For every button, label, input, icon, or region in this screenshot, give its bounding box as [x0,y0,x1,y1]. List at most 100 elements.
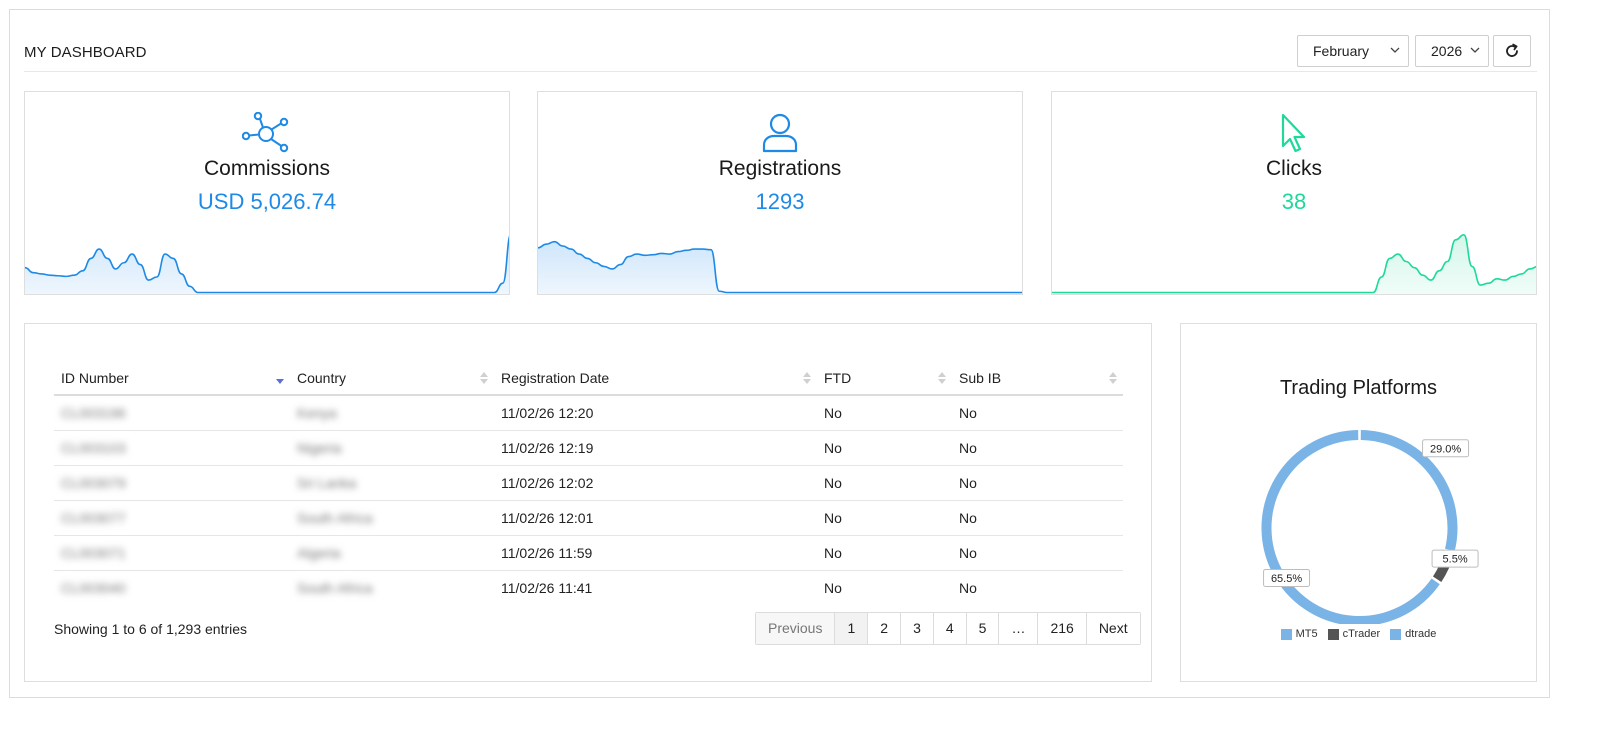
data-label-dtrade: 29.0% [1422,439,1470,458]
subib-cell: No [959,579,977,596]
column-header-label: Registration Date [501,369,610,386]
pagination-page-2[interactable]: 2 [867,613,901,644]
month-select-value: February [1313,43,1370,59]
chart-legend: MT5 cTrader dtrade [1181,628,1536,640]
subib-cell: No [952,465,1123,501]
slice-mt5[interactable] [1261,430,1440,624]
column-header-label: FTD [824,369,852,386]
clicks-sparkline [1052,234,1536,294]
sort-icon [938,372,946,384]
commissions-sparkline [25,235,509,294]
legend-swatch [1327,628,1339,640]
legend-swatch [1390,628,1402,640]
column-header-country[interactable]: Country [290,361,494,396]
date-cell: 11/02/26 12:19 [494,430,817,466]
id-cell: CL003077 [54,500,290,536]
pagination: Previous 1 2 3 4 5 … 216 Next [755,612,1141,645]
card-label: Clicks [1266,157,1322,180]
column-header-label: ID Number [61,369,129,386]
pagination-ellipsis: … [998,613,1038,644]
pagination-previous[interactable]: Previous [756,613,835,644]
pagination-page-1[interactable]: 1 [834,613,868,644]
column-header-label: Country [297,369,347,386]
date-cell: 11/02/26 12:20 [494,395,817,431]
pagination-page-216[interactable]: 216 [1037,613,1086,644]
month-select[interactable]: February [1297,35,1409,67]
country-cell: Kenya [290,395,494,431]
page-title: MY DASHBOARD [24,44,147,61]
legend-item-ctrader[interactable]: cTrader [1327,628,1381,640]
chevron-down-icon [1470,47,1480,53]
sparkline-area [1052,234,1536,294]
id-cell: CL003040 [61,579,126,596]
registrations-table: ID Number Country Registration Date FTD [54,361,1123,605]
date-cell: 11/02/26 12:02 [494,465,817,501]
ftd-cell: No [817,465,952,501]
id-cell: CL003103 [54,430,290,466]
subib-cell: No [952,395,1123,431]
registrations-sparkline [538,240,1022,294]
table-row: CL003040 South Africa 11/02/26 11:41 No … [54,570,1123,605]
card-value: 1293 [755,189,805,214]
data-label-ctrader: 5.5% [1431,549,1479,568]
pagination-page-5[interactable]: 5 [965,613,999,644]
year-select[interactable]: 2026 [1415,35,1489,67]
table-row: CL003079 Sri Lanka 11/02/26 12:02 No No [54,465,1123,501]
pagination-next[interactable]: Next [1085,613,1140,644]
dashboard-frame: MY DASHBOARD February 2026 Commissions U… [9,9,1550,698]
table-row: CL003077 South Africa 11/02/26 12:01 No … [54,500,1123,536]
cursor-icon [1281,113,1306,153]
column-header-ftd[interactable]: FTD [817,361,952,396]
pagination-page-3[interactable]: 3 [900,613,933,644]
ftd-cell: No [817,535,952,571]
ftd-cell: No [824,579,842,596]
svg-text:5.5%: 5.5% [1443,554,1468,566]
pagination-page-4[interactable]: 4 [932,613,966,644]
table-row: CL003103 Nigeria 11/02/26 12:19 No No [54,430,1123,466]
clicks-card: Clicks 38 [1051,91,1537,295]
chart-title: Trading Platforms [1279,377,1438,399]
trading-platforms-donut-chart: 29.0% 5.5% 65.5% [1261,430,1479,624]
ftd-cell: No [817,500,952,536]
entries-info: Showing 1 to 6 of 1,293 entries [54,621,248,637]
dashboard-header: MY DASHBOARD February 2026 [24,20,1537,72]
legend-label: cTrader [1342,628,1381,640]
registrations-table-panel: ID Number Country Registration Date FTD [24,323,1152,682]
column-header-sub-ib[interactable]: Sub IB [952,361,1123,396]
sparkline-area [538,241,1022,294]
id-cell: CL003079 [54,465,290,501]
card-value: USD 5,026.74 [197,189,337,214]
sort-icon [1109,372,1117,384]
svg-text:65.5%: 65.5% [1271,573,1302,585]
ftd-cell: No [817,430,952,466]
refresh-button[interactable] [1493,35,1531,67]
subib-cell: No [952,430,1123,466]
legend-label: dtrade [1405,628,1437,640]
trading-platforms-panel: Trading Platforms 29.0% 5.5% 65.5% MT5 cTr… [1180,323,1537,682]
table-row: CL003196 Kenya 11/02/26 12:20 No No [54,395,1123,431]
subib-cell: No [952,500,1123,536]
refresh-icon [1506,43,1518,57]
legend-item-mt5[interactable]: MT5 [1280,628,1318,640]
date-cell: 11/02/26 11:41 [501,579,593,596]
sort-icon [803,372,811,384]
country-cell: Algeria [290,535,494,571]
legend-label: MT5 [1295,628,1318,640]
data-label-mt5: 65.5% [1263,568,1311,587]
svg-text:29.0%: 29.0% [1430,443,1461,455]
card-label: Registrations [718,157,842,180]
sparkline-area [25,239,509,294]
legend-item-dtrade[interactable]: dtrade [1390,628,1436,640]
date-cell: 11/02/26 11:59 [494,535,817,571]
commissions-card: Commissions USD 5,026.74 [24,91,510,295]
country-cell: South Africa [297,579,373,596]
registrations-card: Registrations 1293 [537,91,1023,295]
network-icon [242,112,289,153]
sort-icon [480,372,488,384]
id-cell: CL003071 [54,535,290,571]
column-header-label: Sub IB [959,369,1002,386]
column-header-registration-date[interactable]: Registration Date [494,361,817,396]
card-label: Commissions [203,157,331,180]
table-header-row: ID Number Country Registration Date FTD [54,361,1123,396]
column-header-id-number[interactable]: ID Number [54,361,290,396]
